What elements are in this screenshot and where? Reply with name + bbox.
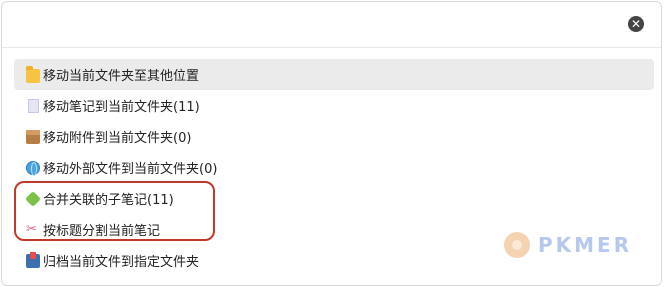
menu-item-label: 移动当前文件夹至其他位置 xyxy=(43,69,200,84)
package-icon xyxy=(26,129,40,144)
menu-item-label: 按标题分割当前笔记 xyxy=(43,224,161,239)
menu-item-label: 移动附件到当前文件夹(0) xyxy=(43,131,192,146)
menu-item-move-folder[interactable]: 移动当前文件夹至其他位置 xyxy=(14,59,654,90)
folder-icon xyxy=(26,65,40,83)
menu-item-label: 移动外部文件到当前文件夹(0) xyxy=(43,162,218,177)
modal-header: ✕ xyxy=(2,2,661,48)
close-icon[interactable]: ✕ xyxy=(628,16,644,32)
scissors-icon: ✂ xyxy=(26,221,37,237)
puzzle-icon xyxy=(25,190,41,207)
pkmer-logo-icon xyxy=(504,232,530,258)
globe-icon xyxy=(26,160,40,176)
menu-item-label: 归档当前文件到指定文件夹 xyxy=(43,255,200,270)
menu-item-label: 合并关联的子笔记(11) xyxy=(43,193,174,208)
menu-item-merge-child-notes[interactable]: 合并关联的子笔记(11) xyxy=(14,183,654,214)
watermark-text: PKMER xyxy=(538,233,633,257)
watermark: PKMER xyxy=(504,232,632,258)
inbox-tray-icon xyxy=(26,251,40,268)
menu-item-label: 移动笔记到当前文件夹(11) xyxy=(43,100,200,115)
note-icon xyxy=(28,98,39,113)
menu-item-move-external-files[interactable]: 移动外部文件到当前文件夹(0) xyxy=(14,152,654,183)
menu-item-move-notes[interactable]: 移动笔记到当前文件夹(11) xyxy=(14,90,654,121)
menu-item-move-attachments[interactable]: 移动附件到当前文件夹(0) xyxy=(14,121,654,152)
